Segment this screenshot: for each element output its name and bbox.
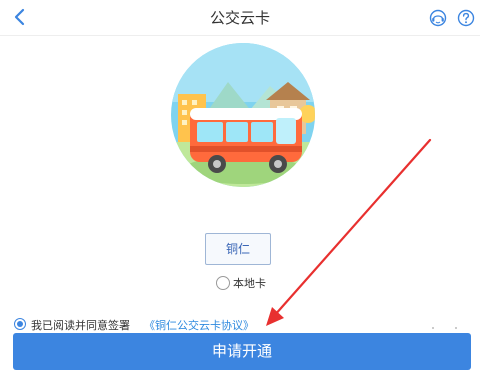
agreement-radio[interactable]	[14, 318, 26, 330]
city-selector-button[interactable]: 铜仁	[205, 233, 271, 265]
local-card-radio[interactable]	[216, 276, 230, 290]
help-question-icon[interactable]	[456, 8, 476, 28]
customer-service-icon[interactable]	[428, 8, 448, 28]
page-title: 公交云卡	[209, 9, 270, 27]
divider-dot	[455, 327, 457, 329]
agreement-text: 我已阅读并同意签署	[31, 319, 130, 332]
local-card-label: 本地卡	[233, 277, 266, 290]
agreement-link[interactable]: 《铜仁公交云卡协议》	[144, 317, 254, 333]
apply-button[interactable]: 申请开通	[13, 333, 471, 370]
bus-city-illustration	[171, 43, 315, 187]
navigation-bar: 公交云卡	[0, 0, 480, 36]
divider-dot	[432, 327, 434, 329]
